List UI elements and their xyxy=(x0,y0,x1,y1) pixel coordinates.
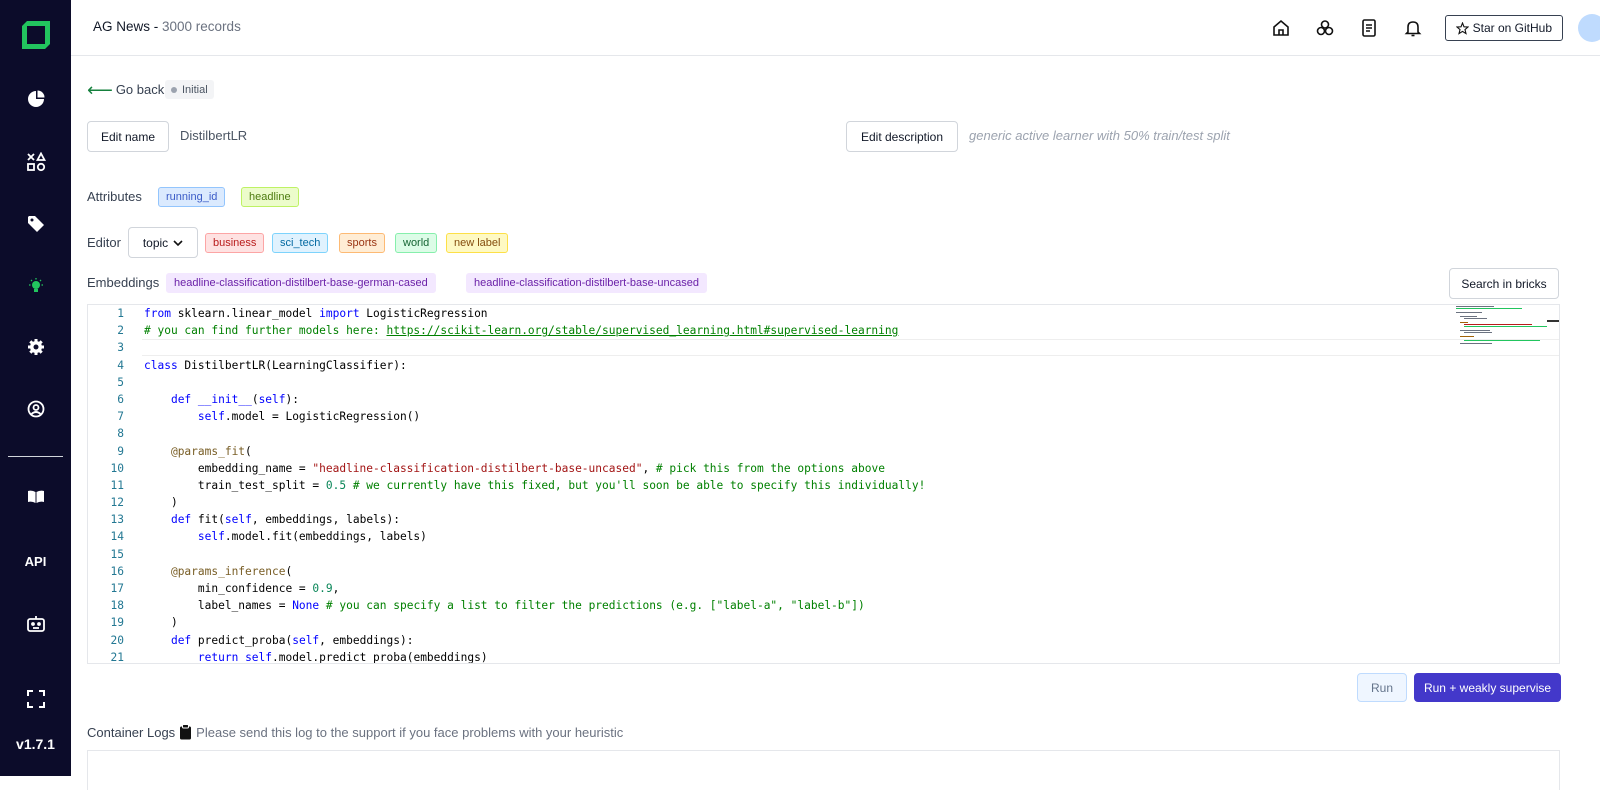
embeddings-label: Embeddings xyxy=(87,275,160,290)
label-chip-sports[interactable]: sports xyxy=(339,233,385,253)
code-line: 13 def fit(self, embeddings, labels): xyxy=(110,513,400,527)
avatar[interactable] xyxy=(1578,14,1600,42)
github-label: Star on GitHub xyxy=(1472,21,1552,35)
project-name: AG News xyxy=(93,19,151,34)
code-line: 1 from sklearn.linear_model import Logist… xyxy=(117,307,488,320)
run-weakly-supervise-button[interactable]: Run + weakly supervise xyxy=(1414,673,1561,702)
label-chip-sci-tech[interactable]: sci_tech xyxy=(272,233,329,253)
go-back-link[interactable]: ⟵ Go back xyxy=(87,79,165,100)
code-line: 3 xyxy=(117,341,124,355)
attributes-label: Attributes xyxy=(87,189,142,204)
heuristics-icon[interactable] xyxy=(0,266,71,306)
code-line: 2 # you can find further models here: htt… xyxy=(117,324,899,338)
logs-hint: Please send this log to the support if y… xyxy=(196,724,624,740)
clipboard-icon[interactable] xyxy=(179,724,192,740)
run-button[interactable]: Run xyxy=(1357,673,1407,702)
chevron-down-icon xyxy=(173,239,183,246)
title-separator: - xyxy=(150,19,163,34)
header-actions: Star on GitHub xyxy=(1259,0,1600,56)
container-logs-box xyxy=(87,750,1560,790)
bell-icon[interactable] xyxy=(1391,6,1435,50)
code-line: 20 def predict_proba(self, embeddings): xyxy=(110,633,414,647)
code-line: 14 self.model.fit(embeddings, labels) xyxy=(110,530,427,544)
search-in-bricks-button[interactable]: Search in bricks xyxy=(1449,268,1559,299)
heuristic-name: DistilbertLR xyxy=(180,128,248,143)
attribute-chip-headline[interactable]: headline xyxy=(241,187,299,207)
status-dot xyxy=(171,86,177,93)
edit-name-button[interactable]: Edit name xyxy=(87,121,169,152)
labeling-task-value: topic xyxy=(142,235,169,250)
docs-icon[interactable] xyxy=(0,477,71,517)
embedding-chip-german-cased[interactable]: headline-classification-distilbert-base-… xyxy=(166,273,436,293)
label-chip-new-label[interactable]: new label xyxy=(446,233,509,253)
scrollbar-thumb[interactable] xyxy=(1547,320,1559,322)
attribute-chip-running-id[interactable]: running_id xyxy=(158,187,226,207)
code-line: 15 xyxy=(110,547,124,561)
code-line: 6 def __init__(self): xyxy=(117,392,299,406)
code-line: 8 xyxy=(117,427,124,441)
code-line: 17 min_confidence = 0.9, xyxy=(110,582,340,595)
status-badge: Initial xyxy=(165,80,214,99)
status-label: Initial xyxy=(182,83,208,96)
label-chip-business[interactable]: business xyxy=(205,233,265,253)
code-editor[interactable]: 1 from sklearn.linear_model import Logist… xyxy=(87,304,1560,664)
code-line: 21 return self.model.predict_proba(embed… xyxy=(110,650,488,664)
code-line: 9 @params_fit( xyxy=(117,444,252,458)
code-line: 4 class DistilbertLR(LearningClassifier): xyxy=(117,358,407,372)
top-bar: AG News - 3000 records Star on GitHub xyxy=(71,0,1600,56)
code-line: 10 embedding_name = "headline-classifica… xyxy=(110,461,885,475)
labeling-task-select[interactable]: topic xyxy=(128,227,198,258)
code-line: 12 ) xyxy=(110,496,178,510)
settings-icon[interactable] xyxy=(0,327,71,367)
main-content: ⟵ Go back Initial Edit name DistilbertLR… xyxy=(71,56,1600,790)
record-count: 3000 records xyxy=(162,19,241,34)
overview-icon[interactable] xyxy=(0,79,71,119)
logo-icon[interactable] xyxy=(19,18,53,52)
editor-label: Editor xyxy=(87,235,121,250)
star-on-github-button[interactable]: Star on GitHub xyxy=(1444,15,1563,41)
code-line: 16 @params_inference( xyxy=(110,564,293,578)
home-icon[interactable] xyxy=(1259,6,1303,50)
labeling-icon[interactable] xyxy=(0,204,71,244)
editor-minimap[interactable] xyxy=(1452,305,1558,365)
container-logs-header: Container Logs Please send this log to t… xyxy=(87,724,623,740)
code-line: 5 xyxy=(117,375,124,389)
users-icon[interactable] xyxy=(0,389,71,429)
data-browser-icon[interactable] xyxy=(0,142,71,182)
label-chip-world[interactable]: world xyxy=(395,233,438,253)
star-icon xyxy=(1455,21,1469,35)
sidebar: API v1.7.1 xyxy=(0,0,71,776)
fullscreen-icon[interactable] xyxy=(0,679,71,719)
sidebar-divider xyxy=(8,456,63,457)
code-line: 7 self.model = LogisticRegression() xyxy=(117,410,421,424)
heuristic-description: generic active learner with 50% train/te… xyxy=(969,128,1230,143)
logs-title: Container Logs xyxy=(87,724,176,740)
code-line: 18 label_names = None # you can specify … xyxy=(110,599,865,613)
support-icon[interactable] xyxy=(0,604,71,644)
notes-icon[interactable] xyxy=(1347,6,1391,50)
edit-description-button[interactable]: Edit description xyxy=(846,121,958,152)
page-title: AG News - 3000 records xyxy=(93,19,241,34)
community-icon[interactable] xyxy=(1303,6,1347,50)
go-back-label: Go back xyxy=(115,82,165,97)
code-lines: 1 from sklearn.linear_model import Logist… xyxy=(88,305,1448,664)
api-link[interactable]: API xyxy=(0,541,71,581)
code-line: 11 train_test_split = 0.5 # we currently… xyxy=(110,478,926,492)
api-label: API xyxy=(24,553,47,569)
arrow-left-icon: ⟵ xyxy=(87,79,113,100)
version-label: v1.7.1 xyxy=(16,736,55,752)
code-line: 19 ) xyxy=(110,616,178,630)
embedding-chip-uncased[interactable]: headline-classification-distilbert-base-… xyxy=(466,273,708,293)
